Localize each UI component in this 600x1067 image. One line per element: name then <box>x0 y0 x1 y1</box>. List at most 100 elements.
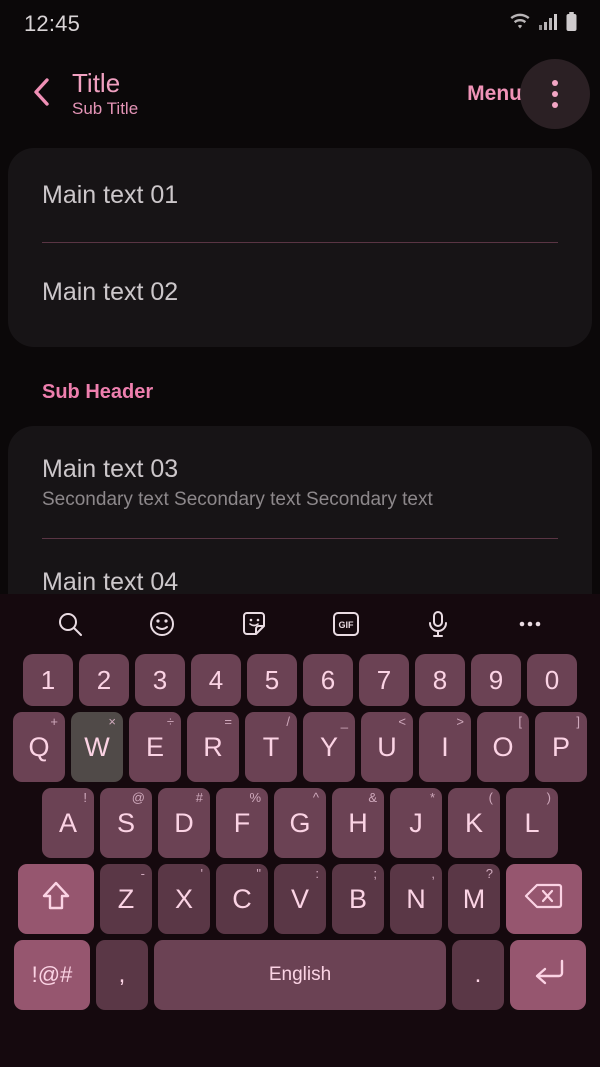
list-item[interactable]: Main text 03 Secondary text Secondary te… <box>8 426 592 538</box>
key-label: Q <box>28 731 50 762</box>
period-key[interactable]: . <box>452 940 504 1010</box>
key-q[interactable]: + Q <box>13 712 65 782</box>
key-g[interactable]: ^ G <box>274 788 326 858</box>
keyboard-row-home: ! A @ S # D % F ^ G & H * J (K ) L <box>4 788 596 858</box>
key-label: 4 <box>208 664 224 695</box>
key-2[interactable]: 2 <box>79 654 129 706</box>
overflow-menu-button[interactable] <box>520 59 590 129</box>
sticker-icon[interactable] <box>237 607 271 641</box>
key-label: Y <box>319 731 338 762</box>
emoji-icon[interactable] <box>145 607 179 641</box>
key-w[interactable]: × W <box>71 712 123 782</box>
key-p[interactable]: ] P <box>535 712 587 782</box>
key-x[interactable]: ' X <box>158 864 210 934</box>
key-label: 0 <box>544 664 560 695</box>
key-alt-label: , <box>431 866 435 881</box>
key-6[interactable]: 6 <box>303 654 353 706</box>
page-subtitle: Sub Title <box>72 99 139 118</box>
gif-icon[interactable]: GIF <box>329 607 363 641</box>
key-t[interactable]: / T <box>245 712 297 782</box>
list-item-main-text: Main text 01 <box>42 181 179 209</box>
keyboard-row-zxcv: -Z ' X " C :V ; B ,N ? M <box>4 864 596 934</box>
key-l[interactable]: ) L <box>506 788 558 858</box>
key-o[interactable]: [O <box>477 712 529 782</box>
key-label: 9 <box>488 664 504 695</box>
key-s[interactable]: @ S <box>100 788 152 858</box>
keyboard-rows: 1 2 3 4 5 6 7 8 9 0 + Q × W ÷ E = R / T _ Y < U… <box>0 654 600 1010</box>
list-item[interactable]: Main text 01 <box>8 148 592 242</box>
status-bar: 12:45 <box>0 0 600 48</box>
enter-key[interactable] <box>510 940 586 1010</box>
backspace-key[interactable] <box>506 864 582 934</box>
key-1[interactable]: 1 <box>23 654 73 706</box>
key-label: O <box>492 731 514 762</box>
key-k[interactable]: (K <box>448 788 500 858</box>
key-b[interactable]: ; B <box>332 864 384 934</box>
signal-icon <box>538 13 558 36</box>
key-v[interactable]: :V <box>274 864 326 934</box>
space-key[interactable]: English <box>154 940 446 1010</box>
content-area: Main text 01 Main text 02 Sub Header Mai… <box>0 148 600 627</box>
keyboard-row-qwerty: + Q × W ÷ E = R / T _ Y < U > I [O ] P <box>4 712 596 782</box>
key-4[interactable]: 4 <box>191 654 241 706</box>
key-label: S <box>116 807 135 838</box>
symbols-key[interactable]: !@# <box>14 940 90 1010</box>
backspace-icon <box>524 881 564 918</box>
key-d[interactable]: # D <box>158 788 210 858</box>
key-label: T <box>262 731 280 762</box>
key-label: W <box>84 731 110 762</box>
key-u[interactable]: < U <box>361 712 413 782</box>
key-9[interactable]: 9 <box>471 654 521 706</box>
list-item-main-text: Main text 02 <box>42 278 179 306</box>
menu-button[interactable]: Menu <box>467 82 522 106</box>
keyboard-row-bottom: !@# , English . <box>4 940 596 1010</box>
key-alt-label: ) <box>546 790 551 805</box>
back-button[interactable] <box>16 69 66 119</box>
key-i[interactable]: > I <box>419 712 471 782</box>
key-j[interactable]: * J <box>390 788 442 858</box>
key-label: N <box>406 883 426 914</box>
key-alt-label: ^ <box>312 790 319 805</box>
key-7[interactable]: 7 <box>359 654 409 706</box>
microphone-icon[interactable] <box>421 607 455 641</box>
search-icon[interactable] <box>53 607 87 641</box>
key-alt-label: % <box>249 790 261 805</box>
list-item-main-text: Main text 04 <box>42 568 179 596</box>
key-f[interactable]: % F <box>216 788 268 858</box>
key-alt-label: ' <box>200 866 203 881</box>
status-icons <box>509 11 578 37</box>
key-label: P <box>551 731 570 762</box>
keyboard-row-numbers: 1 2 3 4 5 6 7 8 9 0 <box>4 654 596 706</box>
key-label: Z <box>117 883 135 914</box>
key-label: K <box>464 807 483 838</box>
key-r[interactable]: = R <box>187 712 239 782</box>
phone-screen: 12:45 Title Sub Title Menu Main text 01 … <box>0 0 600 1067</box>
key-alt-label: × <box>108 714 116 729</box>
key-h[interactable]: & H <box>332 788 384 858</box>
key-z[interactable]: -Z <box>100 864 152 934</box>
key-alt-label: ] <box>576 714 580 729</box>
enter-return-icon <box>530 956 566 994</box>
key-label: D <box>174 807 194 838</box>
key-e[interactable]: ÷ E <box>129 712 181 782</box>
shift-key[interactable] <box>18 864 94 934</box>
key-n[interactable]: ,N <box>390 864 442 934</box>
key-8[interactable]: 8 <box>415 654 465 706</box>
key-3[interactable]: 3 <box>135 654 185 706</box>
key-y[interactable]: _ Y <box>303 712 355 782</box>
key-label: I <box>441 731 449 762</box>
key-m[interactable]: ? M <box>448 864 500 934</box>
key-0[interactable]: 0 <box>527 654 577 706</box>
key-label: J <box>409 807 423 838</box>
key-label: R <box>203 731 223 762</box>
key-alt-label: ; <box>373 866 377 881</box>
page-title: Title <box>72 68 121 98</box>
comma-key[interactable]: , <box>96 940 148 1010</box>
key-5[interactable]: 5 <box>247 654 297 706</box>
key-a[interactable]: ! A <box>42 788 94 858</box>
sub-header: Sub Header <box>42 381 154 403</box>
list-item[interactable]: Main text 02 <box>8 243 592 347</box>
key-c[interactable]: " C <box>216 864 268 934</box>
key-alt-label: ÷ <box>166 714 174 729</box>
more-horizontal-icon[interactable] <box>513 607 547 641</box>
